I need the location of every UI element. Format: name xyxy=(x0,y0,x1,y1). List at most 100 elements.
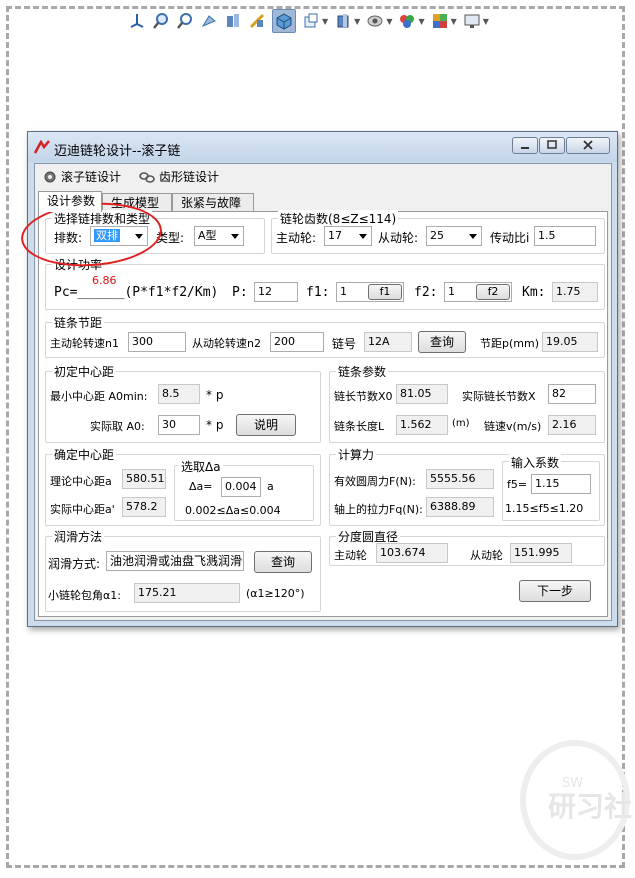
f1-button[interactable]: f1 xyxy=(368,284,402,300)
n1-field[interactable]: 300 xyxy=(128,332,186,352)
maximize-button[interactable] xyxy=(539,137,565,154)
force-group: 计算力 有效圆周力F(N): 5555.56 轴上的拉力Fq(N): 6388.… xyxy=(329,446,605,526)
pitch-field[interactable]: 19.05 xyxy=(542,332,598,352)
chain-params-group: 链条参数 链长节数X0 81.05 实际链长节数X 82 链条长度L 1.562… xyxy=(329,363,605,443)
chevron-down-icon xyxy=(359,234,367,239)
x-label: 实际链长节数X xyxy=(462,390,536,403)
tab-design-params[interactable]: 设计参数 xyxy=(38,191,102,212)
group-title: 输入系数 xyxy=(509,454,562,471)
type-select[interactable]: A型 xyxy=(194,226,244,246)
chain-icon xyxy=(139,171,155,183)
view-orientation-icon[interactable] xyxy=(128,12,146,30)
section-view-icon[interactable] xyxy=(224,12,242,30)
shaft-force-label: 轴上的拉力Fq(N): xyxy=(334,503,423,516)
n1-label: 主动轮转速n1 xyxy=(50,337,119,350)
apply-scene-icon[interactable] xyxy=(431,12,449,30)
actual-a0-field[interactable]: 30 xyxy=(158,415,200,435)
wrap-angle-condition: (α1≥120°) xyxy=(246,587,305,600)
view-toolbar: ▼ ▼ ▼ ▼ ▼ ▼ xyxy=(128,8,489,34)
driven-teeth-select[interactable]: 25 xyxy=(426,226,482,246)
pitch-label: 节距p(mm) xyxy=(480,337,539,350)
chevron-down-icon[interactable]: ▼ xyxy=(483,17,489,26)
ratio-field[interactable]: 1.5 xyxy=(534,226,596,246)
chevron-down-icon[interactable]: ▼ xyxy=(418,17,424,26)
f5-label: f5= xyxy=(507,478,528,491)
p-label: P: xyxy=(232,285,248,300)
group-title: 润滑方法 xyxy=(52,528,105,545)
display-style-icon[interactable] xyxy=(272,9,296,33)
watermark-text: 研习社 xyxy=(548,790,633,823)
teeth-count-group: 链轮齿数(8≤Z≤114) 主动轮: 17 从动轮: 25 传动比i 1.5 xyxy=(271,210,605,254)
actual-center-field[interactable]: 578.2 xyxy=(122,497,166,517)
close-button[interactable] xyxy=(566,137,610,154)
chevron-down-icon[interactable]: ▼ xyxy=(386,17,392,26)
ratio-label: 传动比i xyxy=(490,231,530,245)
group-title: 初定中心距 xyxy=(52,363,117,380)
lubrication-method-field[interactable]: 油池润滑或油盘飞溅润滑 xyxy=(106,551,244,571)
f1-label: f1: xyxy=(306,285,330,300)
chain-no-field[interactable]: 12A xyxy=(364,332,412,352)
previous-view-icon[interactable] xyxy=(200,12,218,30)
gear-icon xyxy=(44,171,56,182)
chain-length-field[interactable]: 1.562 xyxy=(396,415,448,435)
title-bar[interactable]: 迈迪链轮设计--滚子链 xyxy=(28,132,617,162)
zoom-to-area-icon[interactable] xyxy=(176,12,194,30)
menu-roller-chain-label: 滚子链设计 xyxy=(61,170,122,184)
group-title: 选取Δa xyxy=(179,458,223,475)
chevron-down-icon[interactable]: ▼ xyxy=(322,17,328,26)
power-field[interactable]: 12 xyxy=(254,282,298,302)
chevron-down-icon xyxy=(231,234,239,239)
chain-length-label: 链条长度L xyxy=(334,420,385,433)
x-field[interactable]: 82 xyxy=(548,384,596,404)
delta-a-unit: a xyxy=(267,480,274,493)
driver-teeth-select[interactable]: 17 xyxy=(324,226,372,246)
group-title: 链条节距 xyxy=(52,314,105,331)
menu-silent-chain[interactable]: 齿形链设计 xyxy=(139,168,219,185)
n2-field[interactable]: 200 xyxy=(270,332,324,352)
f2-label: f2: xyxy=(414,285,438,300)
pc-formula-label: Pc=______(P*f1*f2/Km) xyxy=(54,285,219,300)
x0-field[interactable]: 81.05 xyxy=(396,384,448,404)
lubrication-group: 润滑方法 润滑方式: 油池润滑或油盘飞溅润滑 查询 小链轮包角α1: 175.2… xyxy=(45,528,321,612)
actual-a0-label: 实际取 A0: xyxy=(90,420,145,433)
view-settings-icon[interactable] xyxy=(463,12,481,30)
min-center-field[interactable]: 8.5 xyxy=(158,384,200,404)
delta-a-subgroup: 选取Δa Δa= 0.004 a 0.002≤Δa≤0.004 xyxy=(174,458,314,521)
chevron-down-icon[interactable]: ▼ xyxy=(451,17,457,26)
effective-force-field[interactable]: 5555.56 xyxy=(426,469,494,489)
wrap-angle-field[interactable]: 175.21 xyxy=(134,583,240,603)
dynamic-annotation-icon[interactable] xyxy=(248,12,266,30)
explain-button[interactable]: 说明 xyxy=(236,414,296,436)
driver-teeth-value: 17 xyxy=(328,229,342,242)
lubrication-query-button[interactable]: 查询 xyxy=(254,551,312,573)
delta-a-field[interactable]: 0.004 xyxy=(221,477,261,497)
chain-speed-field[interactable]: 2.16 xyxy=(548,415,596,435)
chain-query-button[interactable]: 查询 xyxy=(418,331,466,353)
delta-a-label: Δa= xyxy=(189,480,213,493)
chain-pitch-group: 链条节距 主动轮转速n1 300 从动轮转速n2 200 链号 12A 查询 节… xyxy=(45,314,605,358)
effective-force-label: 有效圆周力F(N): xyxy=(334,475,416,488)
minimize-button[interactable] xyxy=(512,137,538,154)
menu-roller-chain[interactable]: 滚子链设计 xyxy=(43,168,121,185)
f5-field[interactable]: 1.15 xyxy=(531,474,591,494)
driven-diameter-field[interactable]: 151.995 xyxy=(510,543,572,563)
delta-a-range: 0.002≤Δa≤0.004 xyxy=(185,504,281,517)
hide-items-icon[interactable] xyxy=(366,12,384,30)
theoretical-center-field[interactable]: 580.51 xyxy=(122,469,166,489)
shaft-force-field[interactable]: 6388.89 xyxy=(426,497,494,517)
km-field[interactable]: 1.75 xyxy=(552,282,598,302)
unit-p-label: * p xyxy=(206,388,224,402)
lubrication-method-label: 润滑方式: xyxy=(48,557,101,571)
f2-button[interactable]: f2 xyxy=(476,284,510,300)
next-step-button[interactable]: 下一步 xyxy=(519,580,591,602)
chevron-down-icon[interactable]: ▼ xyxy=(354,17,360,26)
edit-appearance-icon[interactable] xyxy=(398,12,416,30)
tab-tension-fault[interactable]: 张紧与故障 xyxy=(172,193,254,211)
hide-show-icon[interactable] xyxy=(302,12,320,30)
view-orientation-cube-icon[interactable] xyxy=(334,12,352,30)
coefficient-subgroup: 输入系数 f5= 1.15 1.15≤f5≤1.20 xyxy=(502,454,600,521)
driver-diameter-field[interactable]: 103.674 xyxy=(376,543,448,563)
chain-length-unit: (m) xyxy=(452,418,470,429)
window-title: 迈迪链轮设计--滚子链 xyxy=(54,144,181,159)
zoom-to-fit-icon[interactable] xyxy=(152,12,170,30)
